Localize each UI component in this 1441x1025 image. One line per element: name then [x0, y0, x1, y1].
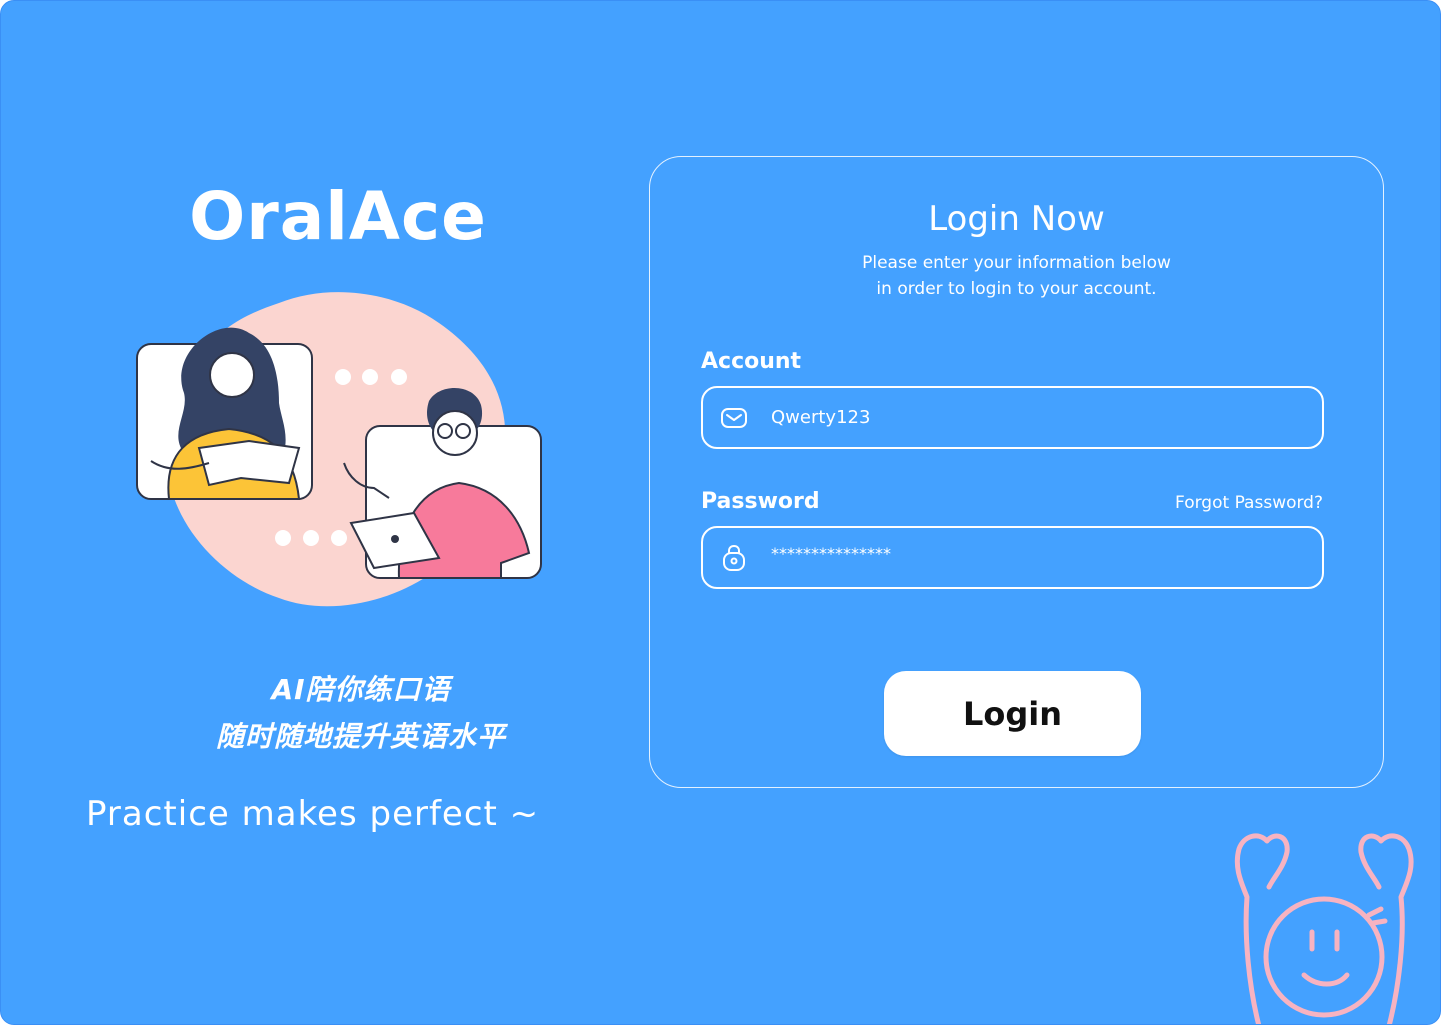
typing-dot	[362, 369, 378, 385]
typing-dot	[331, 530, 347, 546]
slogan-english: Practice makes perfect ~	[86, 794, 540, 834]
account-input[interactable]: Qwerty123	[701, 386, 1324, 449]
password-value: ***************	[771, 544, 891, 563]
typing-dot	[335, 369, 351, 385]
forgot-password-link[interactable]: Forgot Password?	[1175, 491, 1323, 515]
typing-dot	[275, 530, 291, 546]
account-value: Qwerty123	[771, 407, 871, 428]
typing-dot	[391, 369, 407, 385]
slogan-chinese-line-1: AI陪你练口语	[271, 673, 451, 706]
login-button[interactable]: Login	[884, 671, 1141, 756]
slogan-chinese-line-2: 随时随地提升英语水平	[215, 720, 506, 753]
brand-title: OralAce	[189, 178, 487, 255]
woman-reading-card	[136, 327, 313, 500]
login-card: Login Now Please enter your information …	[649, 156, 1384, 788]
account-label: Account	[701, 349, 802, 374]
mascot-doodle	[1234, 833, 1414, 1024]
login-subtitle-line-2: in order to login to your account.	[876, 279, 1157, 299]
password-label: Password	[701, 489, 820, 514]
login-title: Login Now	[928, 199, 1105, 239]
app-window: OralAce AI陪你练口语 随时随地提升英语水平 Practice make…	[0, 0, 1441, 1025]
typing-dot	[303, 530, 319, 546]
password-input[interactable]: ***************	[701, 526, 1324, 589]
hero-illustration	[136, 292, 542, 607]
login-subtitle-line-1: Please enter your information below	[862, 253, 1171, 273]
mail-icon	[721, 408, 747, 428]
lock-icon	[723, 544, 745, 571]
